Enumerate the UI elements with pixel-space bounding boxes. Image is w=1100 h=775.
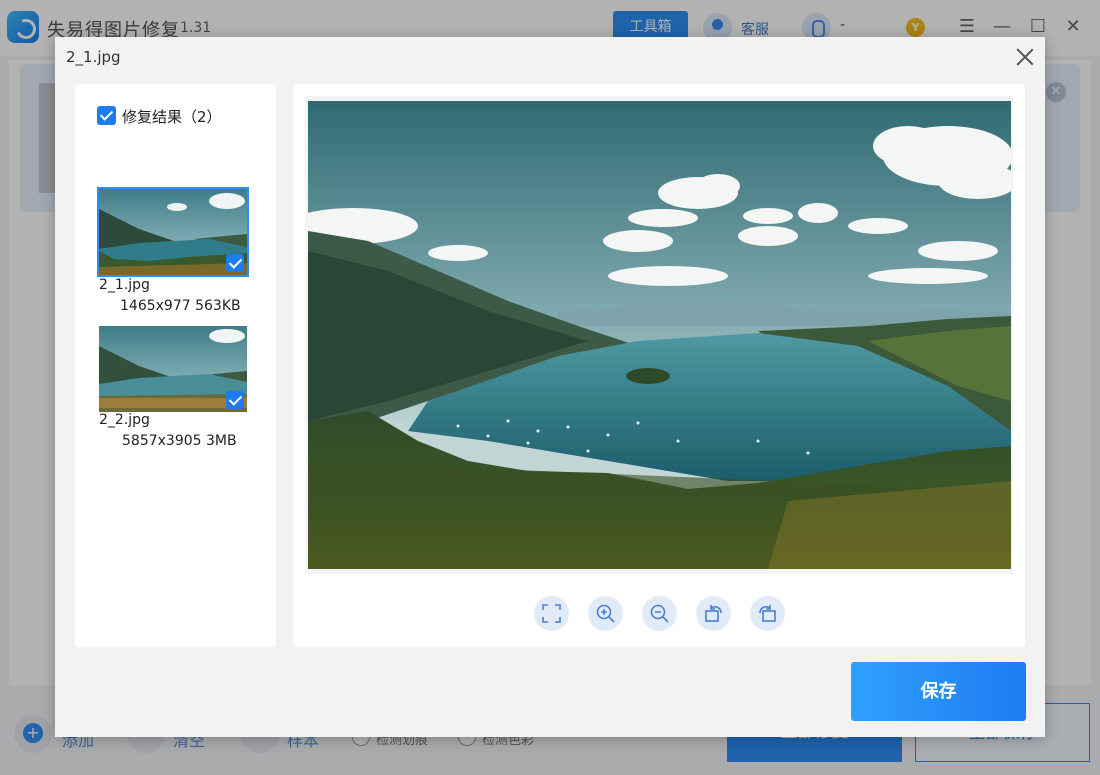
result-image-1 xyxy=(99,189,247,275)
save-button[interactable]: 保存 xyxy=(851,662,1026,721)
results-panel: 修复结果（2） 2_1.jpg 1465x977 563KB 2_2.jpg 5… xyxy=(75,84,276,647)
close-dialog-icon[interactable] xyxy=(1013,45,1037,69)
result-2-checkbox[interactable] xyxy=(226,391,244,409)
zoom-in-icon xyxy=(596,604,615,623)
result-1-name: 2_1.jpg xyxy=(99,277,150,293)
zoom-in-button[interactable] xyxy=(588,596,623,631)
result-thumbnail-1[interactable] xyxy=(97,187,249,277)
rotate-left-button[interactable] xyxy=(696,596,731,631)
result-thumbnail-2[interactable] xyxy=(99,326,247,412)
zoom-out-icon xyxy=(650,604,669,623)
result-image-2 xyxy=(99,326,247,412)
preview-image xyxy=(308,101,1011,569)
fit-screen-button[interactable] xyxy=(534,596,569,631)
preview-frame xyxy=(305,96,1013,574)
fit-screen-icon xyxy=(542,604,561,623)
result-2-name: 2_2.jpg xyxy=(99,412,150,428)
select-all-results-checkbox[interactable] xyxy=(97,106,116,125)
zoom-out-button[interactable] xyxy=(642,596,677,631)
dialog-title: 2_1.jpg xyxy=(66,48,121,66)
rotate-left-icon xyxy=(705,605,722,622)
rotate-right-button[interactable] xyxy=(750,596,785,631)
rotate-right-icon xyxy=(759,605,776,622)
results-label: 修复结果（2） xyxy=(122,108,222,126)
result-1-checkbox[interactable] xyxy=(226,254,244,272)
result-2-dimensions: 5857x3905 3MB xyxy=(122,433,237,449)
preview-panel xyxy=(293,84,1025,647)
result-1-dimensions: 1465x977 563KB xyxy=(120,298,241,314)
preview-dialog: 2_1.jpg 修复结果（2） 2_1.jpg 1465x977 563KB 2… xyxy=(55,37,1045,737)
